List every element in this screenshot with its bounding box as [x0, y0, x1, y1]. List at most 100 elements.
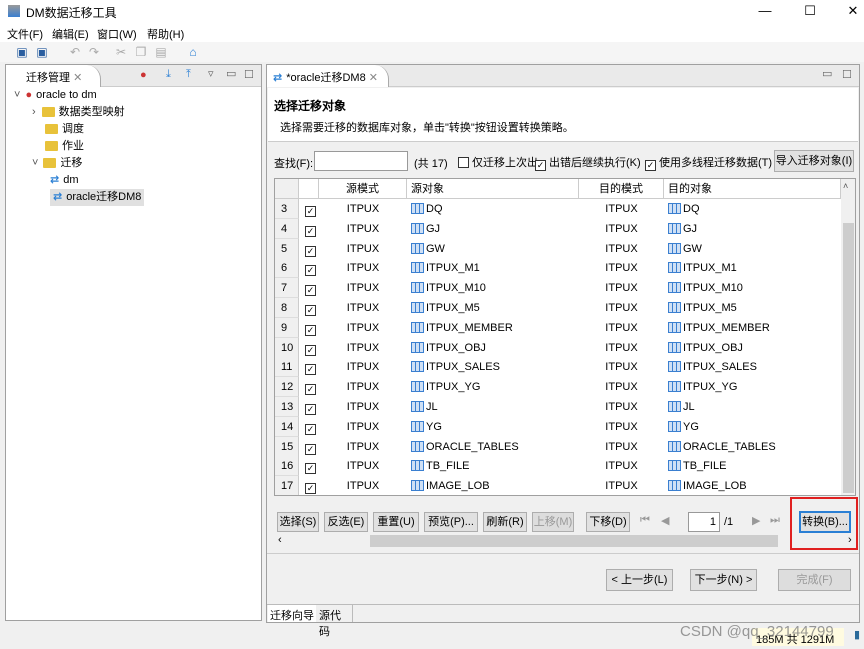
table-row[interactable]: 10 ✓ ITPUX ITPUX_OBJ ITPUX ITPUX_OBJ [275, 337, 841, 358]
tab-editor[interactable]: ⇄ *oracle迁移DM8 ✕ [267, 65, 389, 87]
table-row[interactable]: 6 ✓ ITPUX ITPUX_M1 ITPUX ITPUX_M1 [275, 258, 841, 279]
save-icon[interactable]: ▣ [14, 45, 30, 60]
maximize-view-icon[interactable]: ☐ [244, 68, 254, 81]
row-checkbox[interactable]: ✓ [305, 324, 316, 336]
reset-button[interactable]: 重置(U) [373, 512, 419, 532]
table-row[interactable]: 11 ✓ ITPUX ITPUX_SALES ITPUX ITPUX_SALES [275, 357, 841, 378]
minimize-view-icon[interactable]: ▭ [226, 67, 236, 80]
home-icon[interactable]: ⌂ [185, 45, 201, 60]
menu-help[interactable]: 帮助(H) [147, 26, 184, 42]
table-row[interactable]: 13 ✓ ITPUX JL ITPUX JL [275, 397, 841, 417]
table-row[interactable]: 12 ✓ ITPUX ITPUX_YG ITPUX ITPUX_YG [275, 377, 841, 398]
move-down-button[interactable]: 下移(D) [586, 512, 630, 532]
option-last-only[interactable]: 仅迁移上次出 [458, 154, 538, 170]
maximize-view-icon[interactable]: ☐ [842, 68, 852, 81]
close-tab-icon[interactable]: ✕ [369, 72, 378, 84]
maximize-button[interactable]: ☐ [795, 2, 825, 20]
tree-item[interactable]: 作业 [32, 138, 84, 155]
row-checkbox[interactable]: ✓ [305, 423, 316, 435]
tree-item[interactable]: › 数据类型映射 [32, 104, 125, 121]
row-checkbox[interactable]: ✓ [305, 305, 316, 316]
minimize-view-icon[interactable]: ▭ [822, 67, 832, 80]
redo-icon[interactable]: ↷ [86, 45, 102, 60]
row-checkbox[interactable]: ✓ [305, 265, 316, 277]
tab-migration-manager[interactable]: 迁移管理 ✕ [6, 65, 101, 87]
table-row[interactable]: 7 ✓ ITPUX ITPUX_M10 ITPUX ITPUX_M10 [275, 278, 841, 299]
tree-item[interactable]: ⇄ oracle迁移DM8 [50, 189, 145, 206]
copy-icon[interactable]: ❐ [133, 45, 149, 60]
row-checkbox[interactable]: ✓ [305, 463, 316, 475]
checkbox[interactable]: ✓ [645, 160, 656, 171]
tree-item[interactable]: 调度 [32, 121, 84, 138]
table-row[interactable]: 17 ✓ ITPUX IMAGE_LOB ITPUX IMAGE_LOB [275, 476, 841, 495]
prev-page-icon[interactable]: ◀ [661, 514, 669, 527]
option-continue-on-error[interactable]: ✓ 出错后继续执行(K) [535, 154, 641, 171]
table-row[interactable]: 16 ✓ ITPUX TB_FILE ITPUX TB_FILE [275, 456, 841, 477]
checkbox[interactable] [458, 157, 469, 168]
tree-item[interactable]: ⇄ dm [50, 172, 79, 189]
row-checkbox[interactable]: ✓ [305, 344, 316, 356]
scroll-left-icon[interactable]: ‹ [278, 534, 282, 546]
menu-window[interactable]: 窗口(W) [97, 26, 137, 42]
preview-button[interactable]: 预览(P)... [424, 512, 478, 532]
move-up-button[interactable]: 上移(M) [532, 512, 574, 532]
row-checkbox[interactable]: ✓ [305, 285, 316, 297]
scroll-thumb[interactable] [843, 223, 854, 493]
cut-icon[interactable]: ✂ [113, 45, 129, 60]
finish-button[interactable]: 完成(F) [778, 569, 851, 591]
col-dst-object[interactable]: 目的对象 [664, 179, 841, 199]
table-row[interactable]: 5 ✓ ITPUX GW ITPUX GW [275, 238, 841, 259]
last-page-icon[interactable]: ⏭ [770, 514, 780, 527]
close-tab-icon[interactable]: ✕ [73, 72, 82, 84]
trash-icon[interactable]: ▮ [854, 628, 860, 641]
menu-edit[interactable]: 编辑(E) [52, 26, 89, 42]
vertical-scrollbar[interactable]: ˄ [841, 179, 855, 495]
view-menu-icon[interactable]: ▿ [208, 67, 214, 80]
expand-icon[interactable]: ˅ [32, 157, 38, 169]
search-input[interactable] [314, 151, 408, 171]
horizontal-scrollbar[interactable]: ‹ › [274, 534, 856, 548]
refresh-button[interactable]: 刷新(R) [483, 512, 527, 532]
table-row[interactable]: 8 ✓ ITPUX ITPUX_M5 ITPUX ITPUX_M5 [275, 298, 841, 318]
col-src-schema[interactable]: 源模式 [319, 179, 407, 199]
option-multithread[interactable]: ✓ 使用多线程迁移数据(T) [645, 154, 772, 171]
collapse-icon[interactable]: › [32, 106, 36, 118]
select-button[interactable]: 选择(S) [277, 512, 319, 532]
scroll-up-icon[interactable]: ˄ [843, 181, 848, 191]
next-page-icon[interactable]: ▶ [752, 514, 760, 527]
row-checkbox[interactable]: ✓ [305, 384, 316, 396]
row-checkbox[interactable]: ✓ [305, 364, 316, 376]
table-row[interactable]: 14 ✓ ITPUX YG ITPUX YG [275, 416, 841, 437]
first-page-icon[interactable]: ⏮ [640, 514, 650, 527]
export-icon[interactable]: ⤒ [186, 68, 191, 81]
invert-selection-button[interactable]: 反选(E) [324, 512, 368, 532]
tab-source-code[interactable]: 源代码 [317, 605, 353, 638]
tab-wizard[interactable]: 迁移向导 [268, 605, 316, 622]
checkbox[interactable]: ✓ [535, 160, 546, 171]
table-row[interactable]: 3 ✓ ITPUX DQ ITPUX DQ [275, 199, 841, 219]
undo-icon[interactable]: ↶ [67, 45, 83, 60]
next-step-button[interactable]: 下一步(N) > [690, 569, 757, 591]
menu-file[interactable]: 文件(F) [7, 26, 43, 42]
minimize-button[interactable]: — [750, 2, 780, 20]
row-checkbox[interactable]: ✓ [305, 225, 316, 237]
table-row[interactable]: 4 ✓ ITPUX GJ ITPUX GJ [275, 218, 841, 239]
row-checkbox[interactable]: ✓ [305, 245, 316, 257]
scroll-right-icon[interactable]: › [848, 534, 852, 546]
table-row[interactable]: 9 ✓ ITPUX ITPUX_MEMBER ITPUX ITPUX_MEMBER [275, 317, 841, 338]
paste-icon[interactable]: ▤ [153, 45, 169, 60]
page-input[interactable] [688, 512, 720, 532]
scroll-thumb[interactable] [370, 535, 778, 547]
close-button[interactable]: ✕ [838, 2, 864, 20]
expand-icon[interactable]: ˅ [14, 89, 20, 101]
table-row[interactable]: 15 ✓ ITPUX ORACLE_TABLES ITPUX ORACLE_TABLES [275, 436, 841, 457]
col-src-object[interactable]: 源对象 [407, 179, 579, 199]
row-checkbox[interactable]: ✓ [305, 404, 316, 415]
db-icon[interactable]: ● [140, 69, 147, 81]
row-checkbox[interactable]: ✓ [305, 483, 316, 495]
row-checkbox[interactable]: ✓ [305, 206, 316, 217]
tree-item[interactable]: ˅ ● oracle to dm [14, 87, 97, 104]
import-icon[interactable]: ⤓ [166, 68, 171, 81]
tree-item[interactable]: ˅ 迁移 [32, 155, 82, 172]
previous-step-button[interactable]: < 上一步(L) [606, 569, 673, 591]
